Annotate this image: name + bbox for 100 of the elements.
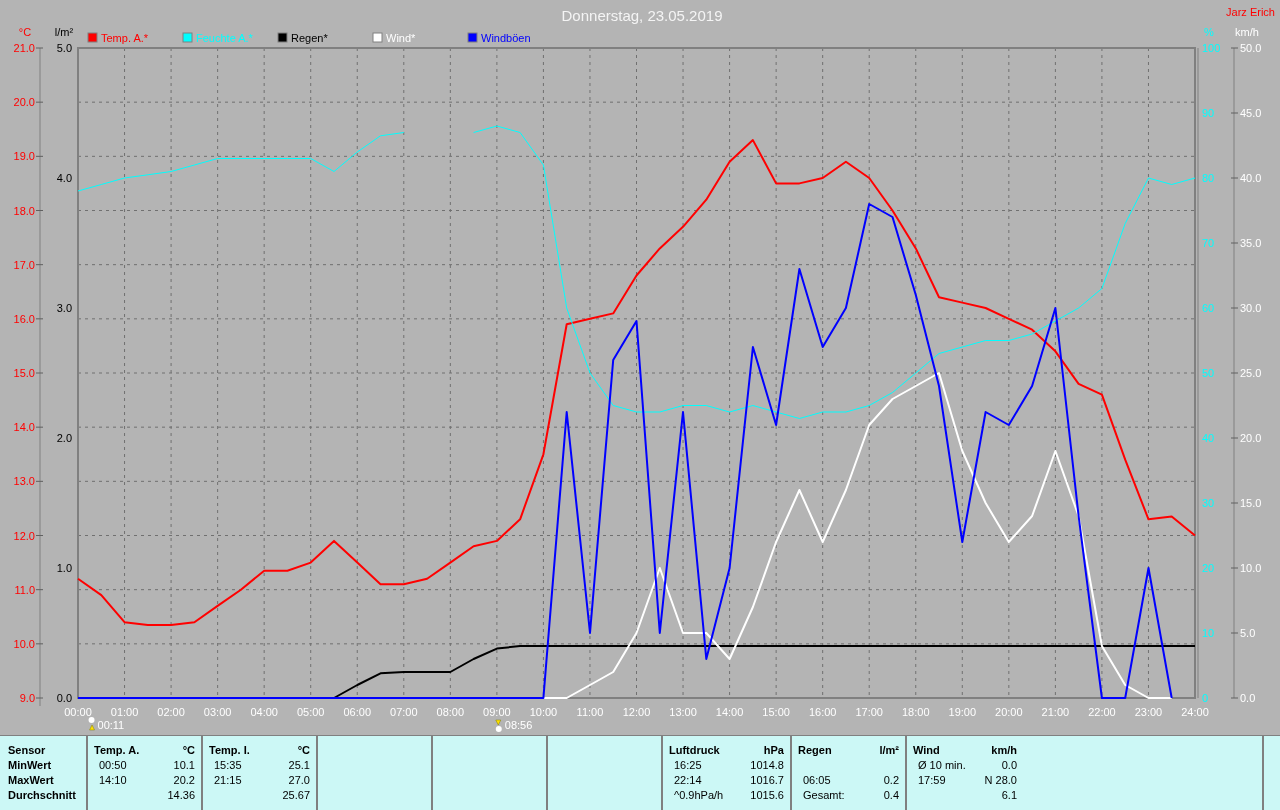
axis-unit-label: % xyxy=(1204,26,1214,38)
axis-tick-label: 13.0 xyxy=(13,475,35,488)
axis-tick-label: 21.0 xyxy=(13,42,35,54)
axis-tick-label: 0 xyxy=(1202,692,1209,704)
axis-tick-label: 19.0 xyxy=(13,150,35,163)
unit-header: °C xyxy=(182,743,195,758)
table-cell: 14.36 xyxy=(167,788,195,803)
column-header: Wind xyxy=(913,743,940,758)
table-cell: 1015.6 xyxy=(750,788,784,803)
axis-tick-label: 10.0 xyxy=(13,637,35,650)
axis-tick-label: 40 xyxy=(1202,432,1215,444)
axis-tick-label: 20.0 xyxy=(1240,432,1262,444)
table-cell: 1016.7 xyxy=(750,773,784,788)
axis-tick-label: 15.0 xyxy=(13,367,35,379)
axis-tick-label: 3.0 xyxy=(56,302,72,314)
table-cell: 1014.8 xyxy=(750,758,784,773)
axis-tick-label: 23:00 xyxy=(1134,706,1163,718)
axis-unit-label: °C xyxy=(18,26,32,38)
row-label: Durchschnitt xyxy=(8,788,77,803)
axis-tick-label: 35.0 xyxy=(1240,237,1262,249)
legend-label: Windböen xyxy=(481,32,531,44)
axis-tick-label: 50 xyxy=(1202,367,1215,379)
axis-tick-label: 16.0 xyxy=(13,312,35,325)
axis-tick-label: 30.0 xyxy=(1240,302,1262,314)
marker-time-label: 00:11 xyxy=(97,719,125,731)
axis-tick-label: 5.0 xyxy=(56,42,72,54)
column-header: Regen xyxy=(798,743,832,758)
axis-tick-label: 17:00 xyxy=(855,706,883,718)
legend-label: Temp. A.* xyxy=(101,32,149,44)
table-cell-text: Gesamt: xyxy=(802,788,845,803)
axis-tick-label: 12:00 xyxy=(622,706,651,718)
moon-arrow-icon xyxy=(495,719,502,732)
axis-tick-label: 40.0 xyxy=(1240,172,1262,184)
axis-tick-label: 30 xyxy=(1202,497,1215,509)
axis-tick-label: 9.0 xyxy=(19,692,35,704)
table-cell: 25.67 xyxy=(282,788,310,803)
axis-tick-label: 02:00 xyxy=(157,706,185,718)
axis-tick-label: 08:00 xyxy=(436,706,465,718)
axis-tick-label: 05:00 xyxy=(296,706,325,718)
marker-time-label: 08:56 xyxy=(504,719,533,731)
legend-label: Wind* xyxy=(386,32,416,44)
axis-tick-label: 5.0 xyxy=(1240,627,1256,639)
axis-tick-label: 07:00 xyxy=(390,706,418,718)
axis-tick-label: 20:00 xyxy=(995,706,1023,718)
axis-tick-label: 70 xyxy=(1202,237,1215,249)
axis-tick-label: 80 xyxy=(1202,172,1215,184)
axis-tick-label: 00:00 xyxy=(64,706,92,718)
table-cell-text: 14:10 xyxy=(98,773,127,788)
unit-header: °C xyxy=(297,743,310,758)
table-cell-text: 16:25 xyxy=(673,758,702,773)
table-cell: N 28.0 xyxy=(984,773,1017,788)
column-header: Luftdruck xyxy=(669,743,720,758)
table-cell-text: 15:35 xyxy=(213,758,242,773)
axis-tick-label: 4.0 xyxy=(56,172,72,184)
table-cell-text: 22:14 xyxy=(673,773,702,788)
axis-tick-label: 20.0 xyxy=(13,96,35,109)
axis-tick-label: 13:00 xyxy=(669,706,697,718)
author-label: Jarz Erich xyxy=(1226,6,1275,18)
axis-tick-label: 14.0 xyxy=(13,421,35,434)
table-cell-text: Ø 10 min. xyxy=(917,758,966,773)
column-header: Temp. A. xyxy=(94,743,140,758)
table-cell: 25.1 xyxy=(288,758,310,773)
axis-tick-label: 22:00 xyxy=(1088,706,1116,718)
axis-tick-label: 90 xyxy=(1202,107,1215,119)
table-cell: 0.0 xyxy=(1001,758,1017,773)
axis-tick-label: 10:00 xyxy=(529,706,558,718)
row-label: MinWert xyxy=(8,758,53,773)
axis-tick-label: 06:00 xyxy=(343,706,371,718)
table-cell: 0.2 xyxy=(883,773,899,788)
axis-tick-label: 2.0 xyxy=(56,432,72,444)
axis-unit-label: l/m² xyxy=(54,26,74,38)
unit-header: hPa xyxy=(763,743,784,758)
axis-tick-label: 15.0 xyxy=(1240,497,1262,509)
axis-tick-label: 18:00 xyxy=(902,706,930,718)
axis-tick-label: 18.0 xyxy=(13,204,35,217)
axis-tick-label: 14:00 xyxy=(715,706,744,718)
unit-header: km/h xyxy=(991,743,1017,758)
axis-tick-label: 25.0 xyxy=(1240,367,1262,379)
table-cell-text: 00:50 xyxy=(98,758,127,773)
legend-label: Feuchte A.* xyxy=(196,32,253,44)
axis-tick-label: 12.0 xyxy=(13,529,35,542)
axis-tick-label: 09:00 xyxy=(483,706,511,718)
table-cell-text: ^0.9hPa/h xyxy=(673,788,724,803)
axis-tick-label: 1.0 xyxy=(56,562,72,574)
chart-title: Donnerstag, 23.05.2019 xyxy=(561,7,723,24)
axis-tick-label: 11.0 xyxy=(14,583,35,596)
axis-tick-label: 60 xyxy=(1202,302,1215,314)
axis-tick-label: 0.0 xyxy=(56,692,72,704)
axis-tick-label: 01:00 xyxy=(110,706,139,718)
table-cell: 20.2 xyxy=(173,773,195,788)
axis-tick-label: 19:00 xyxy=(948,706,977,718)
table-cell-text: 21:15 xyxy=(213,773,242,788)
axis-tick-label: 100 xyxy=(1202,42,1221,54)
axis-tick-label: 20 xyxy=(1202,562,1215,574)
table-cell: 6.1 xyxy=(1001,788,1017,803)
moon-arrow-icon xyxy=(88,717,95,731)
table-cell-text: 06:05 xyxy=(802,773,831,788)
axis-tick-label: 17.0 xyxy=(13,258,35,271)
row-label: Sensor xyxy=(8,743,47,758)
table-cell-text: 17:59 xyxy=(917,773,946,788)
